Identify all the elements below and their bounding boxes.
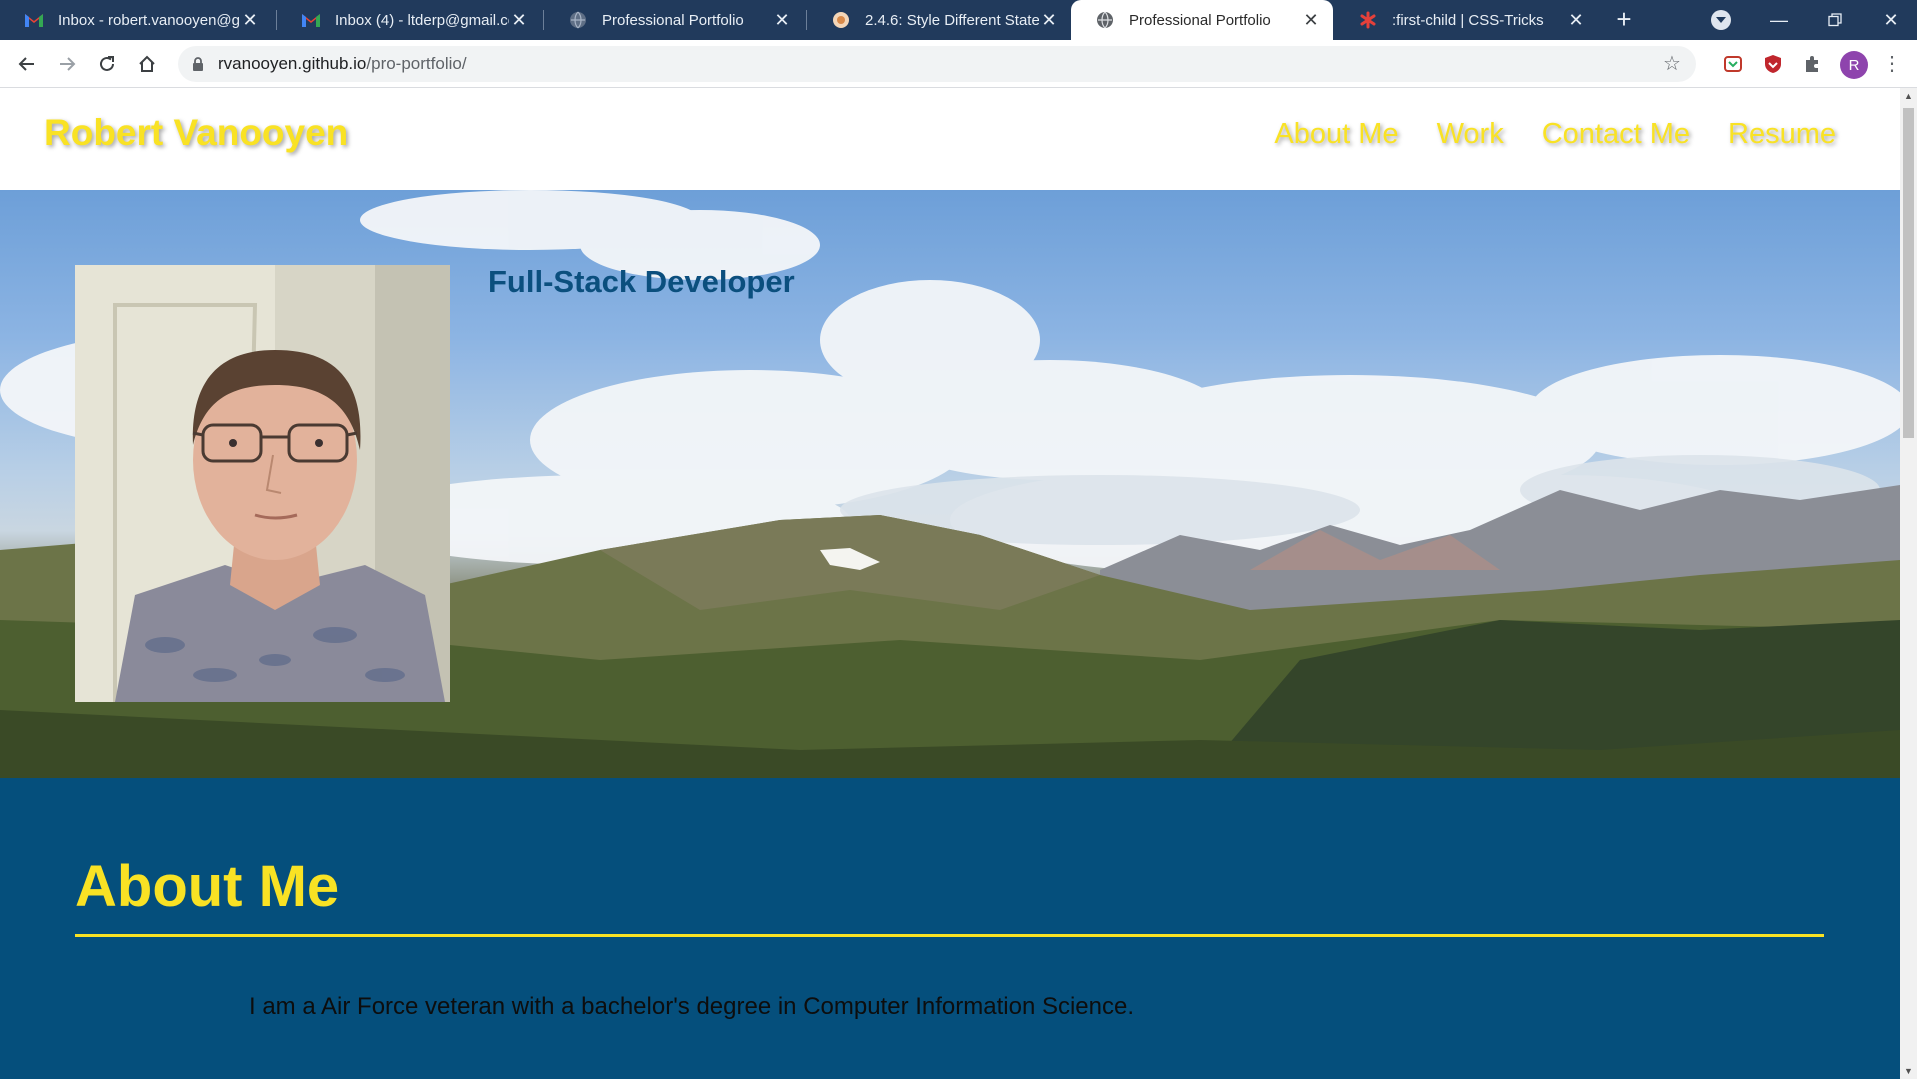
shield-extension-icon[interactable] <box>1761 52 1785 76</box>
tab-title: :first-child | CSS-Tricks <box>1392 11 1544 29</box>
site-nav: About Me Work Contact Me Resume <box>1274 118 1836 151</box>
pocket-extension-icon[interactable] <box>1721 52 1745 76</box>
close-icon[interactable]: ✕ <box>509 10 529 30</box>
page-scrollbar[interactable]: ▲ ▼ <box>1900 88 1917 1079</box>
close-window-button[interactable]: ✕ <box>1863 0 1917 40</box>
browser-toolbar: rvanooyen.github.io/pro-portfolio/ ☆ R ⋮ <box>0 40 1917 88</box>
url-path: /pro-portfolio/ <box>366 54 467 73</box>
restore-button[interactable] <box>1807 0 1863 40</box>
tab-portfolio-active[interactable]: Professional Portfolio ✕ <box>1071 0 1333 40</box>
home-icon <box>139 55 155 72</box>
about-text: I am a Air Force veteran with a bachelor… <box>249 993 1135 1020</box>
profile-photo <box>75 265 450 702</box>
gmail-icon <box>24 10 44 30</box>
tab-title: Inbox (4) - ltderp@gmail.co <box>335 11 509 29</box>
tab-gmail-inbox[interactable]: Inbox - robert.vanooyen@g ✕ <box>0 0 272 40</box>
globe-icon <box>1095 10 1115 30</box>
tab-title: 2.4.6: Style Different States <box>865 11 1039 29</box>
css-tricks-icon <box>1358 10 1378 30</box>
close-icon[interactable]: ✕ <box>772 10 792 30</box>
close-icon[interactable]: ✕ <box>1301 10 1321 30</box>
bootcamp-icon <box>831 10 851 30</box>
section-divider <box>75 934 1824 937</box>
chevron-down-icon <box>1716 17 1726 23</box>
nav-link-contact-me[interactable]: Contact Me <box>1542 118 1690 151</box>
tab-title: Inbox - robert.vanooyen@g <box>58 11 240 29</box>
close-icon[interactable]: ✕ <box>1566 10 1586 30</box>
hero-subtitle: Full-Stack Developer <box>488 264 795 299</box>
profile-avatar[interactable]: R <box>1840 51 1868 79</box>
lock-icon <box>190 56 206 72</box>
scroll-down-arrow-icon[interactable]: ▼ <box>1900 1063 1917 1079</box>
about-section: About Me I am a Air Force veteran with a… <box>0 778 1900 1079</box>
restore-icon <box>1828 13 1842 27</box>
tab-gmail-ltderp[interactable]: Inbox (4) - ltderp@gmail.co ✕ <box>277 0 541 40</box>
site-title[interactable]: Robert Vanooyen <box>44 112 348 154</box>
arrow-left-icon <box>18 57 34 71</box>
home-button[interactable] <box>131 48 163 80</box>
page-viewport: Robert Vanooyen About Me Work Contact Me… <box>0 88 1900 1079</box>
url-host: rvanooyen.github.io <box>218 54 367 73</box>
scroll-up-arrow-icon[interactable]: ▲ <box>1900 88 1917 104</box>
minimize-button[interactable]: — <box>1751 0 1807 40</box>
about-heading: About Me <box>75 854 340 919</box>
tab-style-states[interactable]: 2.4.6: Style Different States ✕ <box>807 0 1071 40</box>
back-button[interactable] <box>11 48 43 80</box>
new-tab-button[interactable]: + <box>1610 6 1638 34</box>
url-text: rvanooyen.github.io/pro-portfolio/ <box>218 46 467 82</box>
reload-icon <box>100 56 114 71</box>
browser-menu-icon[interactable]: ⋮ <box>1880 52 1904 76</box>
close-icon[interactable]: ✕ <box>1039 10 1059 30</box>
bookmark-star-icon[interactable]: ☆ <box>1660 52 1684 76</box>
site-header: Robert Vanooyen About Me Work Contact Me… <box>0 88 1900 190</box>
nav-link-work[interactable]: Work <box>1437 118 1504 151</box>
tab-title: Professional Portfolio <box>602 11 744 29</box>
hero-banner: Full-Stack Developer <box>0 190 1900 778</box>
tab-css-tricks[interactable]: :first-child | CSS-Tricks ✕ <box>1334 0 1598 40</box>
forward-button[interactable] <box>51 48 83 80</box>
tab-portfolio-1[interactable]: Professional Portfolio ✕ <box>544 0 804 40</box>
nav-link-resume[interactable]: Resume <box>1728 118 1836 151</box>
puzzle-extensions-icon[interactable] <box>1800 52 1824 76</box>
address-bar[interactable]: rvanooyen.github.io/pro-portfolio/ ☆ <box>178 46 1696 82</box>
scrollbar-thumb[interactable] <box>1903 108 1914 438</box>
reload-button[interactable] <box>91 48 123 80</box>
tab-search-button[interactable] <box>1711 10 1731 30</box>
gmail-icon <box>301 10 321 30</box>
globe-icon <box>568 10 588 30</box>
arrow-right-icon <box>60 57 76 71</box>
browser-tab-strip: Inbox - robert.vanooyen@g ✕ Inbox (4) - … <box>0 0 1917 40</box>
close-icon[interactable]: ✕ <box>240 10 260 30</box>
tab-title: Professional Portfolio <box>1129 11 1271 29</box>
nav-link-about-me[interactable]: About Me <box>1274 118 1398 151</box>
